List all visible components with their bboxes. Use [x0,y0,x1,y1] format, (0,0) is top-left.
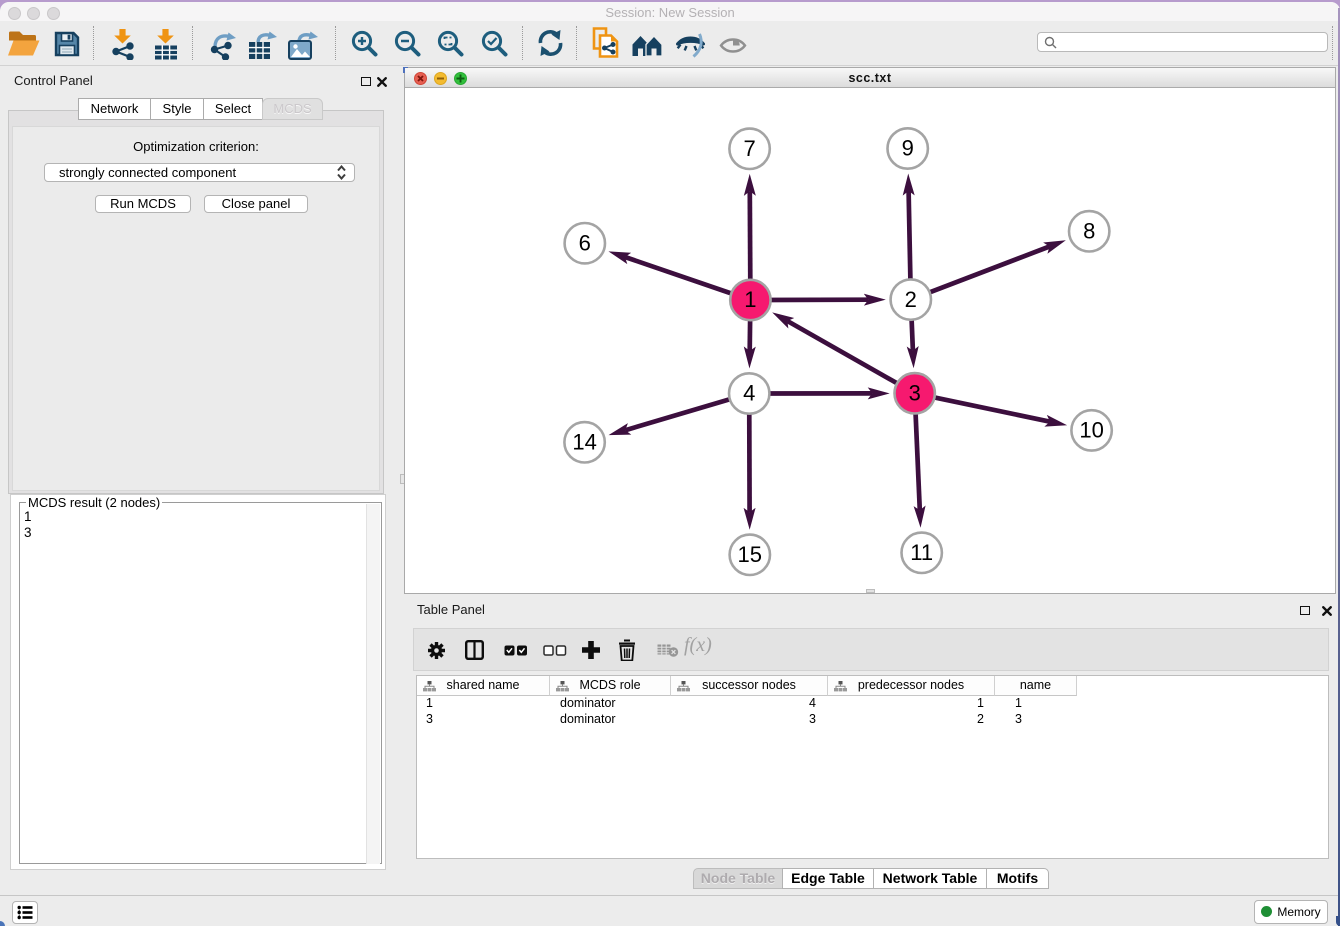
svg-text:11: 11 [910,540,933,565]
svg-text:8: 8 [1083,219,1095,244]
svg-text:1: 1 [744,287,756,312]
svg-text:9: 9 [902,136,914,161]
svg-text:14: 14 [572,430,596,455]
svg-text:2: 2 [905,287,917,312]
svg-text:7: 7 [743,136,755,161]
svg-text:15: 15 [738,542,762,567]
svg-text:6: 6 [579,230,591,255]
svg-text:3: 3 [909,381,921,406]
svg-text:4: 4 [743,381,755,406]
svg-text:10: 10 [1079,418,1103,443]
